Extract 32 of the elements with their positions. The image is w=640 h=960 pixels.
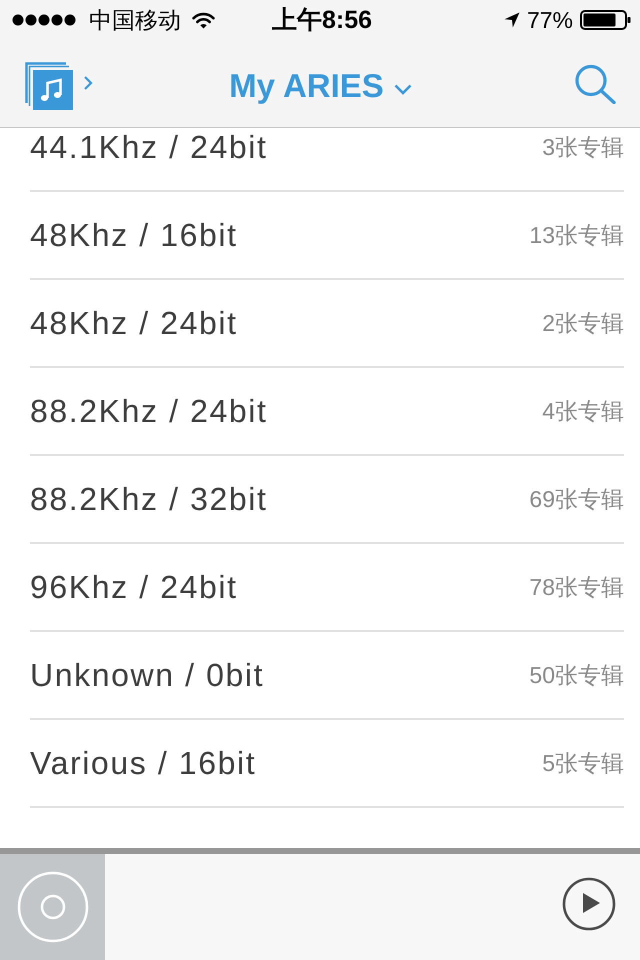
battery-percent: 77% [526, 7, 573, 33]
album-count: 78张专辑 [529, 573, 624, 601]
album-count: 13张专辑 [529, 221, 624, 249]
album-count: 4张专辑 [542, 397, 624, 425]
music-album-icon [25, 62, 73, 110]
library-button[interactable] [25, 62, 93, 110]
caret-down-icon [394, 84, 412, 95]
signal-strength-icon [12, 14, 78, 26]
album-count: 69张专辑 [529, 485, 624, 513]
resolution-label[interactable]: 44.1Khz / 24bit [30, 128, 268, 166]
location-arrow-icon [504, 12, 520, 28]
album-count: 3张专辑 [542, 133, 624, 161]
search-icon [574, 64, 616, 104]
status-time: 上午8:56 [272, 6, 372, 34]
resolution-label[interactable]: 48Khz / 16bit [30, 216, 238, 254]
resolution-label[interactable]: 88.2Khz / 32bit [30, 480, 268, 518]
disc-icon [16, 871, 88, 943]
resolution-label[interactable]: Unknown / 0bit [30, 656, 264, 694]
resolution-label[interactable]: 48Khz / 24bit [30, 304, 238, 342]
carrier-name: 中国移动 [89, 7, 181, 33]
resolution-label[interactable]: 88.2Khz / 24bit [30, 392, 268, 430]
album-count: 2张专辑 [542, 309, 624, 337]
search-button[interactable] [574, 64, 616, 104]
wifi-icon [192, 12, 215, 28]
chevron-right-icon [83, 74, 93, 90]
play-icon [562, 877, 616, 931]
resolution-label[interactable]: Various / 16bit [30, 744, 256, 782]
play-button[interactable] [562, 877, 616, 931]
resolution-label[interactable]: 96Khz / 24bit [30, 568, 238, 606]
album-count: 5张专辑 [542, 749, 624, 777]
battery-icon [580, 10, 632, 30]
album-count: 50张专辑 [529, 661, 624, 689]
